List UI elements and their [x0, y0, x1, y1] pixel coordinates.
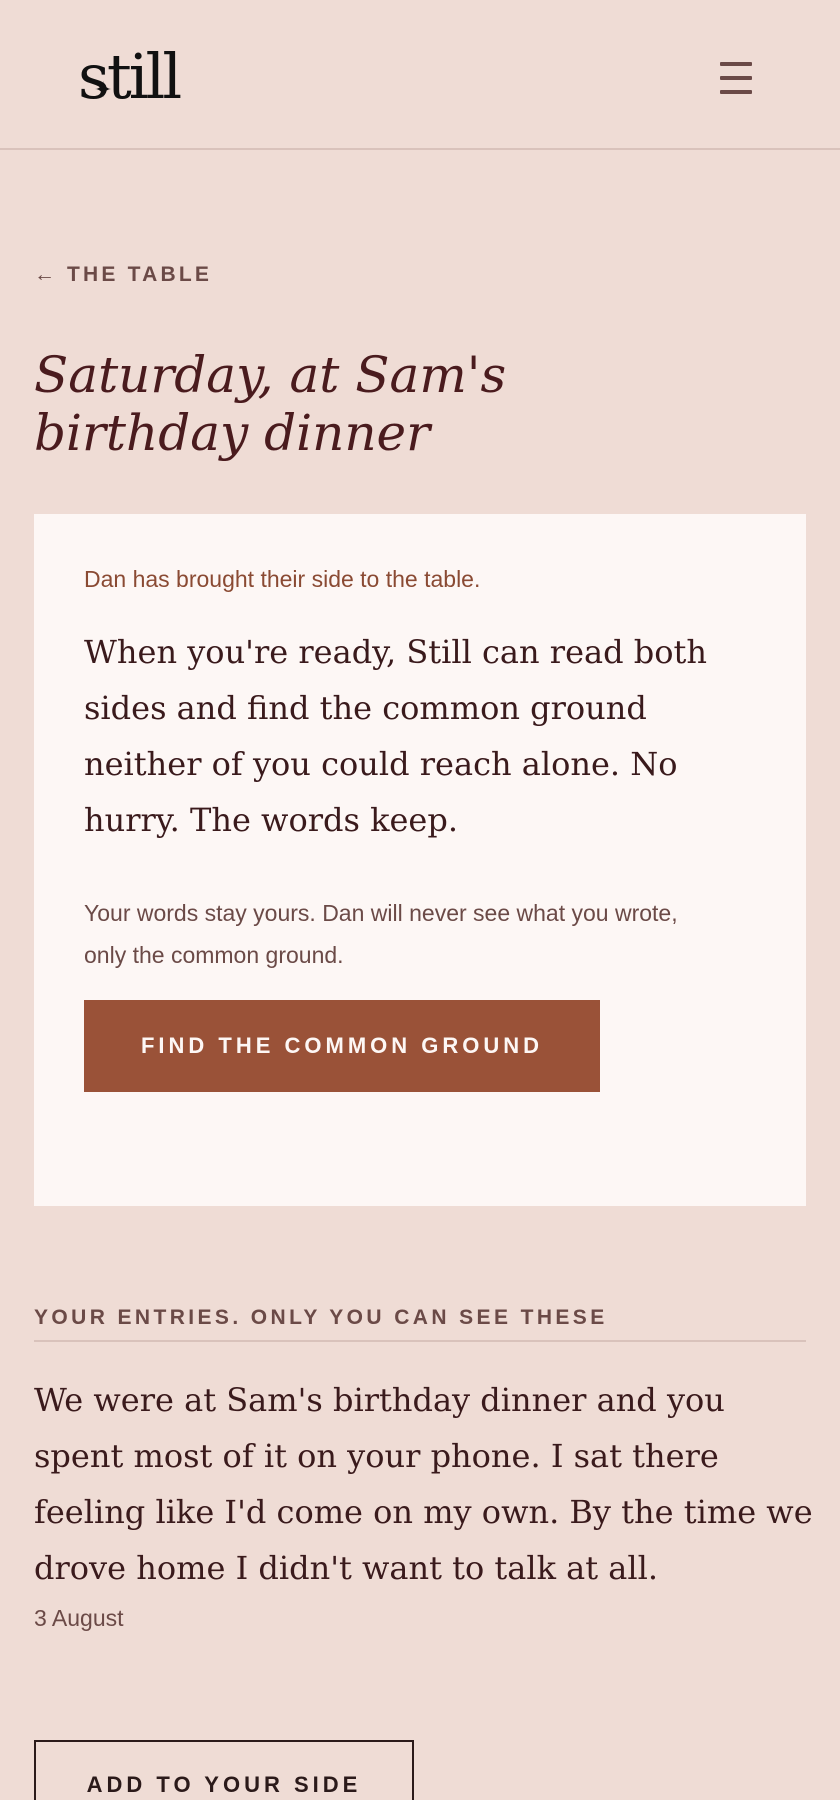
entry-text: We were at Sam's birthday dinner and you… — [34, 1381, 813, 1587]
page-title-line-1: Saturday, at Sam's — [34, 346, 507, 404]
entry-date: 3 August — [34, 1605, 124, 1631]
page-title: Saturday, at Sam's birthday dinner — [34, 346, 654, 462]
partner-status-text: Dan has brought their side to the table. — [84, 566, 481, 592]
back-to-table-link[interactable]: ← THE TABLE — [34, 263, 212, 287]
add-to-your-side-button[interactable]: ADD TO YOUR SIDE — [34, 1740, 414, 1800]
menu-bar — [720, 76, 752, 80]
still-logo[interactable]: still ✦ — [78, 44, 182, 110]
menu-bar — [720, 62, 752, 66]
privacy-note: Your words stay yours. Dan will never se… — [84, 900, 678, 968]
sparkle-icon: ✦ — [94, 78, 113, 103]
menu-bar — [720, 90, 752, 94]
page-title-line-2: birthday dinner — [34, 404, 431, 462]
common-ground-card: Dan has brought their side to the table.… — [34, 514, 806, 1206]
hamburger-menu-icon[interactable] — [716, 58, 756, 98]
card-description: When you're ready, Still can read both s… — [84, 633, 707, 839]
site-header: still ✦ — [0, 0, 840, 150]
entries-section-heading: YOUR ENTRIES. ONLY YOU CAN SEE THESE — [34, 1306, 806, 1342]
back-link-label: THE TABLE — [67, 263, 213, 286]
arrow-left-icon: ← — [34, 263, 55, 286]
find-common-ground-button[interactable]: FIND THE COMMON GROUND — [84, 1000, 600, 1092]
